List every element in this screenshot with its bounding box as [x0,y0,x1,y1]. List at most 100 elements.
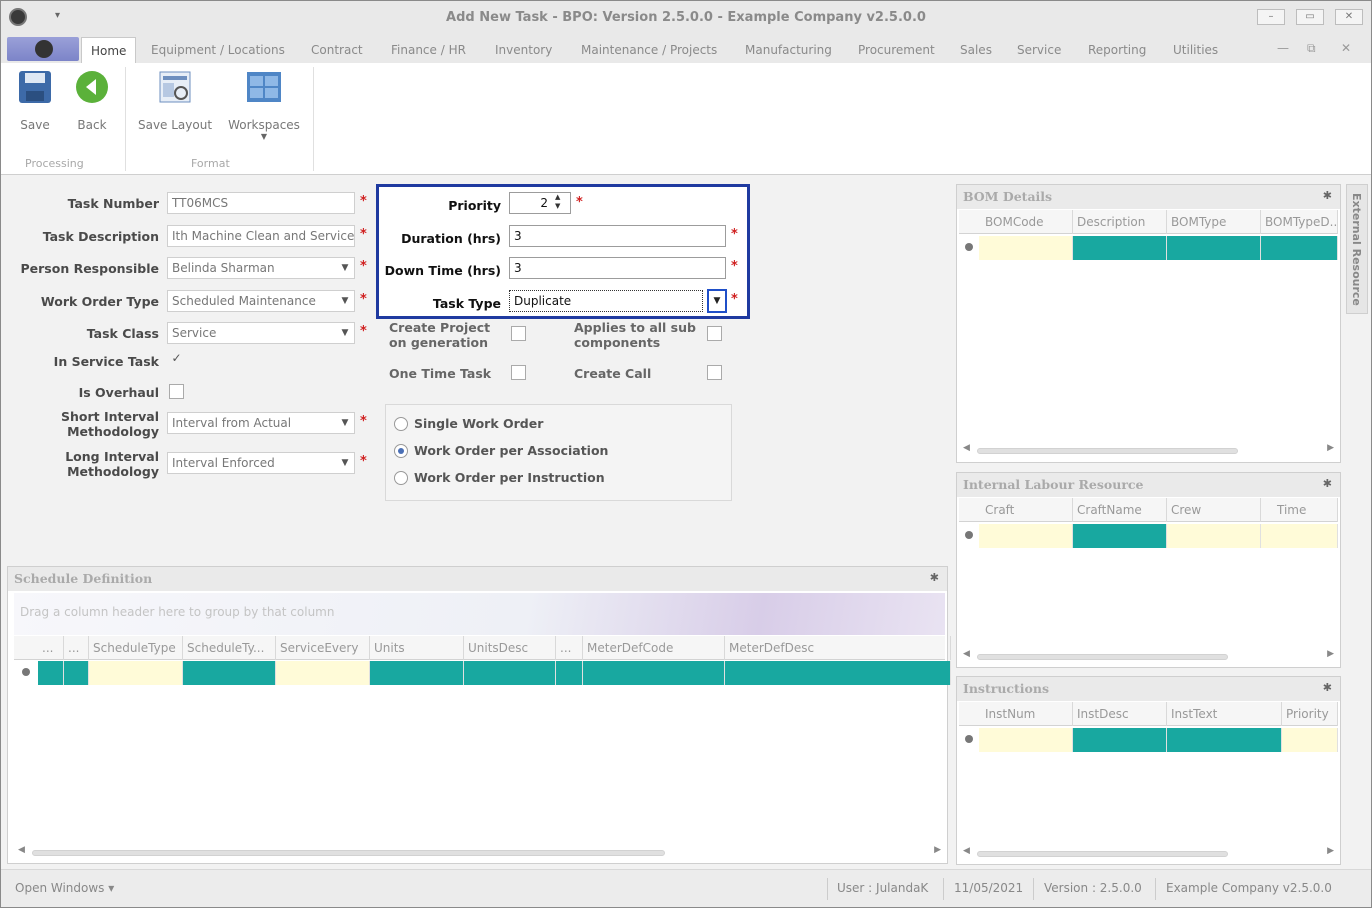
grid-cell[interactable] [1167,236,1261,260]
column-header[interactable]: ... [38,636,64,660]
instructions-new-row[interactable] [959,728,1338,752]
chevron-down-icon[interactable]: ▼ [338,455,352,471]
grid-cell[interactable] [1261,524,1338,548]
save-button[interactable]: Save [15,69,55,132]
grid-cell[interactable] [1073,728,1167,752]
tab-utilities[interactable]: Utilities [1173,43,1218,57]
task-type-dropdown-button[interactable]: ▼ [707,289,727,313]
column-header[interactable]: Description [1073,210,1167,234]
column-header[interactable]: Crew [1167,498,1261,522]
work-order-type-select[interactable]: Scheduled Maintenance ▼ [167,290,355,312]
grid-cell[interactable] [979,236,1073,260]
tab-inventory[interactable]: Inventory [495,43,552,57]
create-call-checkbox[interactable] [707,365,722,380]
column-header[interactable]: Craft [979,498,1073,522]
minimize-button[interactable]: – [1257,9,1285,25]
task-class-select[interactable]: Service ▼ [167,322,355,344]
open-windows-menu[interactable]: Open Windows ▾ [15,881,114,895]
horizontal-scrollbar[interactable]: ◀ ▶ [14,845,945,859]
tab-sales[interactable]: Sales [960,43,992,57]
mdi-minimize-button[interactable]: — [1277,41,1289,55]
scroll-right-icon[interactable]: ▶ [1327,846,1334,856]
scroll-left-icon[interactable]: ◀ [18,845,25,855]
column-header[interactable]: UnitsDesc [464,636,556,660]
column-header[interactable]: ... [64,636,89,660]
grid-cell[interactable] [38,661,64,685]
mdi-restore-button[interactable]: ⧉ [1307,41,1316,56]
column-header[interactable]: BOMType [1167,210,1261,234]
column-header[interactable]: ScheduleTy... [183,636,276,660]
column-header[interactable]: InstDesc [1073,702,1167,726]
tab-maintenance-projects[interactable]: Maintenance / Projects [581,43,717,57]
grid-cell[interactable] [276,661,370,685]
horizontal-scrollbar[interactable]: ◀ ▶ [959,846,1338,860]
tab-manufacturing[interactable]: Manufacturing [745,43,832,57]
column-header[interactable]: MeterDefCode [583,636,725,660]
grid-cell[interactable] [464,661,556,685]
grid-cell[interactable] [370,661,464,685]
grid-cell[interactable] [1167,524,1261,548]
application-menu-button[interactable] [7,37,79,61]
tab-service[interactable]: Service [1017,43,1061,57]
column-header[interactable]: Time [1261,498,1338,522]
column-header[interactable]: InstNum [979,702,1073,726]
chevron-down-icon[interactable]: ▼ [338,293,352,309]
column-header[interactable]: BOMCode [979,210,1073,234]
scroll-thumb[interactable] [977,448,1238,454]
scroll-right-icon[interactable]: ▶ [1327,443,1334,453]
work-order-per-association-radio[interactable] [394,444,408,458]
horizontal-scrollbar[interactable]: ◀ ▶ [959,649,1338,663]
group-by-area[interactable]: Drag a column header here to group by th… [14,593,945,635]
chevron-down-icon[interactable]: ▼ [338,415,352,431]
scroll-thumb[interactable] [977,851,1228,857]
pin-icon[interactable]: ✱ [1323,477,1332,490]
external-resource-side-tab[interactable]: External Resource [1346,184,1368,314]
task-number-input[interactable]: TT06MCS [167,192,355,214]
grid-cell[interactable] [1073,524,1167,548]
column-header[interactable]: Units [370,636,464,660]
person-responsible-select[interactable]: Belinda Sharman ▼ [167,257,355,279]
column-header[interactable]: ServiceEvery [276,636,370,660]
scroll-left-icon[interactable]: ◀ [963,443,970,453]
grid-cell[interactable] [1282,728,1338,752]
grid-cell[interactable] [1073,236,1167,260]
applies-to-sub-checkbox[interactable] [707,326,722,341]
grid-cell[interactable] [1261,236,1338,260]
tab-finance-hr[interactable]: Finance / HR [391,43,466,57]
is-overhaul-checkbox[interactable] [169,384,184,399]
grid-cell[interactable] [979,524,1073,548]
tab-equipment-locations[interactable]: Equipment / Locations [151,43,285,57]
down-time-input[interactable]: 3 [509,257,726,279]
scroll-right-icon[interactable]: ▶ [934,845,941,855]
grid-cell[interactable] [1167,728,1282,752]
column-header[interactable]: CraftName [1073,498,1167,522]
priority-spinner[interactable]: 2 [509,192,571,214]
grid-cell[interactable] [583,661,725,685]
chevron-down-icon[interactable]: ▼ [338,325,352,341]
column-header[interactable]: InstText [1167,702,1282,726]
column-header[interactable]: Priority [1282,702,1338,726]
close-button[interactable]: ✕ [1335,9,1363,25]
pin-icon[interactable]: ✱ [1323,189,1332,202]
chevron-down-icon[interactable]: ▼ [338,260,352,276]
one-time-task-checkbox[interactable] [511,365,526,380]
short-interval-select[interactable]: Interval from Actual ▼ [167,412,355,434]
column-header[interactable]: ... [556,636,583,660]
workspaces-button[interactable]: Workspaces ▼ [225,69,303,141]
long-interval-select[interactable]: Interval Enforced ▼ [167,452,355,474]
grid-cell[interactable] [979,728,1073,752]
save-layout-button[interactable]: Save Layout [135,69,215,132]
spinner-arrows-icon[interactable]: ▲ ▼ [555,193,560,211]
task-type-select[interactable]: Duplicate [509,290,703,312]
tab-home[interactable]: Home [81,37,137,63]
bom-new-row[interactable] [959,236,1338,260]
column-header[interactable]: MeterDefDesc [725,636,951,660]
scroll-thumb[interactable] [977,654,1228,660]
grid-cell[interactable] [89,661,183,685]
tab-contract[interactable]: Contract [311,43,363,57]
in-service-task-checkbox[interactable]: ✓ [169,352,184,367]
labour-new-row[interactable] [959,524,1338,548]
tab-procurement[interactable]: Procurement [858,43,935,57]
tab-reporting[interactable]: Reporting [1088,43,1146,57]
horizontal-scrollbar[interactable]: ◀ ▶ [959,443,1338,457]
